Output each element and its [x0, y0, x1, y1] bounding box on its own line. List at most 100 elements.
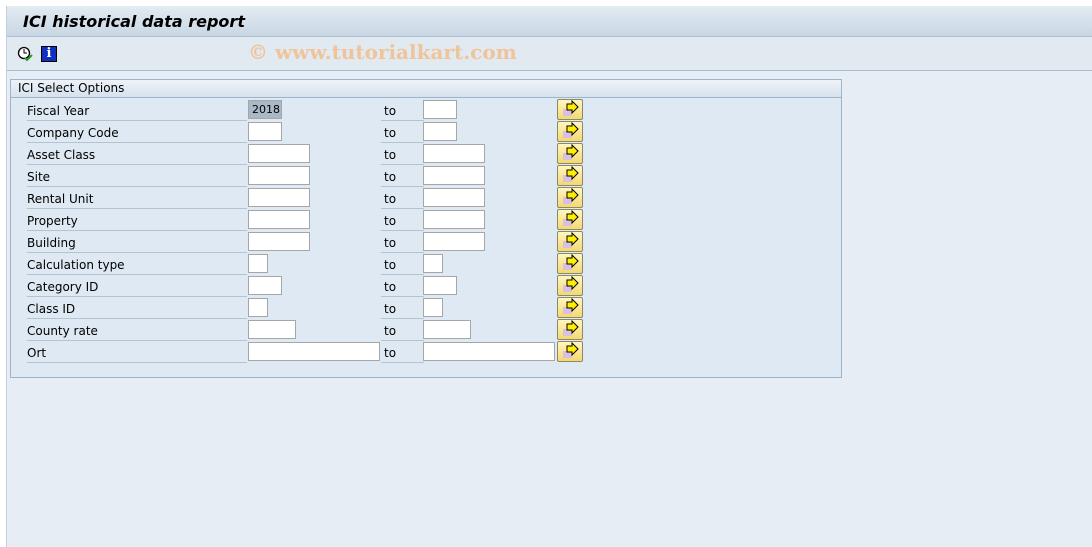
class-id-from-input[interactable] — [248, 298, 268, 317]
property-to-input[interactable] — [423, 210, 485, 229]
arrow-right-icon — [563, 121, 579, 138]
building-from-input[interactable] — [248, 232, 310, 251]
multiple-selection-button[interactable] — [557, 99, 583, 120]
row-category-id: Category ID to — [11, 275, 841, 298]
arrow-right-icon — [563, 165, 579, 182]
property-from-input[interactable] — [248, 210, 310, 229]
fiscal-year-to-input[interactable] — [423, 100, 457, 119]
to-label: to — [381, 190, 424, 209]
field-label: Fiscal Year — [27, 102, 247, 121]
asset-class-from-input[interactable] — [248, 144, 310, 163]
to-label: to — [381, 124, 424, 143]
group-title: ICI Select Options — [11, 80, 841, 98]
asset-class-to-input[interactable] — [423, 144, 485, 163]
row-class-id: Class ID to — [11, 297, 841, 320]
multiple-selection-button[interactable] — [557, 297, 583, 318]
field-label: County rate — [27, 322, 247, 341]
to-label: to — [381, 322, 424, 341]
rental-unit-from-input[interactable] — [248, 188, 310, 207]
to-label: to — [381, 278, 424, 297]
field-label: Class ID — [27, 300, 247, 319]
ort-to-input[interactable] — [423, 342, 555, 361]
county-rate-from-input[interactable] — [248, 320, 296, 339]
to-label: to — [381, 300, 424, 319]
row-asset-class: Asset Class to — [11, 143, 841, 166]
field-label: Company Code — [27, 124, 247, 143]
multiple-selection-button[interactable] — [557, 231, 583, 252]
rental-unit-to-input[interactable] — [423, 188, 485, 207]
calculation-type-from-input[interactable] — [248, 254, 268, 273]
field-label: Category ID — [27, 278, 247, 297]
field-label: Asset Class — [27, 146, 247, 165]
label-text: Building — [27, 236, 76, 250]
arrow-right-icon — [563, 99, 579, 116]
site-to-input[interactable] — [423, 166, 485, 185]
application-toolbar: i © www.tutorialkart.com — [7, 37, 1092, 71]
arrow-right-icon — [563, 187, 579, 204]
multiple-selection-button[interactable] — [557, 121, 583, 142]
page-title: ICI historical data report — [23, 11, 245, 31]
company-code-from-input[interactable] — [248, 122, 282, 141]
row-rental-unit: Rental Unit to — [11, 187, 841, 210]
category-id-from-input[interactable] — [248, 276, 282, 295]
multiple-selection-button[interactable] — [557, 187, 583, 208]
label-text: Asset Class — [27, 148, 96, 162]
multiple-selection-button[interactable] — [557, 319, 583, 340]
row-fiscal-year: Fiscal Year 2018 to — [11, 99, 841, 122]
arrow-right-icon — [563, 275, 579, 292]
label-text: Fiscal Year — [27, 104, 90, 118]
to-label: to — [381, 102, 424, 121]
field-label: Rental Unit — [27, 190, 247, 209]
watermark: © www.tutorialkart.com — [248, 40, 517, 64]
county-rate-to-input[interactable] — [423, 320, 471, 339]
multiple-selection-button[interactable] — [557, 253, 583, 274]
info-icon[interactable]: i — [41, 45, 57, 62]
row-calculation-type: Calculation type to — [11, 253, 841, 276]
multiple-selection-button[interactable] — [557, 209, 583, 230]
calculation-type-to-input[interactable] — [423, 254, 443, 273]
to-label: to — [381, 256, 424, 275]
label-text: Category ID — [27, 280, 99, 294]
arrow-right-icon — [563, 143, 579, 160]
field-label: Building — [27, 234, 247, 253]
multiple-selection-button[interactable] — [557, 165, 583, 186]
class-id-to-input[interactable] — [423, 298, 443, 317]
multiple-selection-button[interactable] — [557, 341, 583, 362]
execute-clock-icon[interactable] — [17, 46, 33, 62]
label-text: Calculation type — [27, 258, 125, 272]
to-label: to — [381, 234, 424, 253]
label-text: County rate — [27, 324, 98, 338]
row-company-code: Company Code to — [11, 121, 841, 144]
ort-from-input[interactable] — [248, 342, 380, 361]
arrow-right-icon — [563, 231, 579, 248]
label-text: Company Code — [27, 126, 119, 140]
field-label: Property — [27, 212, 247, 231]
arrow-right-icon — [563, 253, 579, 270]
arrow-right-icon — [563, 319, 579, 336]
label-text: Site — [27, 170, 51, 184]
category-id-to-input[interactable] — [423, 276, 457, 295]
label-text: Rental Unit — [27, 192, 94, 206]
label-text: Class ID — [27, 302, 76, 316]
multiple-selection-button[interactable] — [557, 275, 583, 296]
label-text: Ort — [27, 346, 47, 360]
field-label: Calculation type — [27, 256, 247, 275]
select-options-group: ICI Select Options Fiscal Year 2018 to C… — [10, 79, 842, 378]
row-property: Property to — [11, 209, 841, 232]
label-text: Property — [27, 214, 78, 228]
arrow-right-icon — [563, 209, 579, 226]
building-to-input[interactable] — [423, 232, 485, 251]
fiscal-year-from-input[interactable]: 2018 — [248, 100, 282, 119]
company-code-to-input[interactable] — [423, 122, 457, 141]
to-label: to — [381, 212, 424, 231]
sap-window: ICI historical data report i © www.tutor… — [6, 6, 1092, 547]
to-label: to — [381, 146, 424, 165]
arrow-right-icon — [563, 341, 579, 358]
to-label: to — [381, 168, 424, 187]
multiple-selection-button[interactable] — [557, 143, 583, 164]
to-label: to — [381, 344, 424, 363]
site-from-input[interactable] — [248, 166, 310, 185]
title-bar: ICI historical data report — [7, 6, 1092, 37]
row-county-rate: County rate to — [11, 319, 841, 342]
row-building: Building to — [11, 231, 841, 254]
